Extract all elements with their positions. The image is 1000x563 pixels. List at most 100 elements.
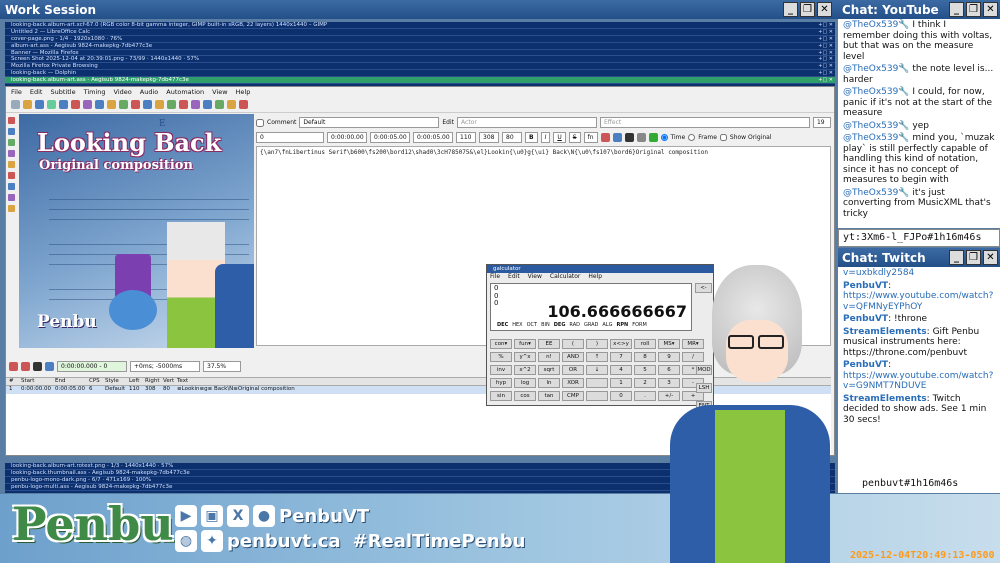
font-button[interactable]: fn (583, 132, 598, 143)
start-time[interactable]: 0:00:00.00 (327, 132, 367, 143)
resample-icon[interactable] (155, 100, 164, 109)
calc-button[interactable] (586, 391, 608, 401)
style-select[interactable]: Default (299, 117, 440, 128)
mode-oct[interactable]: OCT (527, 322, 537, 328)
mode-rpn[interactable]: RPN (616, 322, 628, 328)
menu-video[interactable]: Video (114, 88, 132, 96)
styles-icon[interactable] (71, 100, 80, 109)
replace-icon[interactable] (119, 100, 128, 109)
calc-button[interactable]: CMP (562, 391, 584, 401)
task-item[interactable]: cover-page.png - 1/4 · 1920x1080 · 76% +□… (5, 36, 835, 43)
margin-vertical[interactable]: 80 (502, 132, 522, 143)
calc-button[interactable]: 1 (610, 378, 632, 388)
attachments-icon[interactable] (95, 100, 104, 109)
calc-button[interactable]: x<>y (610, 339, 632, 349)
video-preview[interactable]: E Looking Back Original composition Penb… (19, 114, 254, 348)
shift-times-icon[interactable] (131, 100, 140, 109)
calc-button[interactable]: cos (514, 391, 536, 401)
calc-button[interactable]: sin (490, 391, 512, 401)
grid-icon[interactable] (203, 100, 212, 109)
zoom-select[interactable]: 37.5% (203, 360, 241, 372)
task-item-active[interactable]: looking-back.album-art.ass - Aegisub 982… (5, 77, 835, 85)
task-item[interactable]: album-art.ass - Aegisub 9824-makepkg-7db… (5, 43, 835, 50)
save-icon[interactable] (35, 100, 44, 109)
duration[interactable]: 0:00:05.00 (413, 132, 453, 143)
mode-rad[interactable]: RAD (569, 322, 580, 328)
restore-button[interactable]: ❐ (800, 2, 815, 17)
calc-button[interactable]: OR (562, 365, 584, 375)
video-zoom-icon[interactable] (215, 100, 224, 109)
calc-menu-view[interactable]: View (528, 273, 542, 282)
stop-icon[interactable] (33, 361, 42, 371)
menu-timing[interactable]: Timing (84, 88, 106, 96)
frame-radio[interactable] (688, 134, 696, 141)
menu-subtitle[interactable]: Subtitle (50, 88, 75, 96)
menu-edit[interactable]: Edit (30, 88, 43, 96)
close-button[interactable]: ✕ (983, 250, 998, 265)
calc-button[interactable]: ( (562, 339, 584, 349)
jump-icon[interactable] (59, 100, 68, 109)
minimize-button[interactable]: _ (949, 250, 964, 265)
calc-button[interactable]: % (490, 352, 512, 362)
mode-deg[interactable]: DEG (554, 322, 566, 328)
rotate-xy-icon[interactable] (8, 150, 15, 157)
calc-button[interactable]: ↓ (586, 365, 608, 375)
calc-button[interactable]: fun▾ (514, 339, 536, 349)
time-radio[interactable] (660, 134, 668, 141)
margin-left[interactable]: 110 (456, 132, 476, 143)
secondary-color-icon[interactable] (612, 133, 622, 142)
timing-icon[interactable] (143, 100, 152, 109)
automation-icon[interactable] (227, 100, 236, 109)
task-item[interactable]: looking-back — Dolphin +□ ✕ (5, 70, 835, 78)
outline-color-icon[interactable] (624, 133, 634, 142)
close-button[interactable]: ✕ (817, 2, 832, 17)
calc-button[interactable]: 4 (610, 365, 632, 375)
video-time[interactable]: 0:00:00.000 - 0 (57, 360, 127, 372)
edit-style-button[interactable]: Edit (442, 119, 454, 126)
close-button[interactable]: ✕ (983, 2, 998, 17)
calc-button[interactable] (586, 378, 608, 388)
task-item[interactable]: Banner — Mozilla Firefox +□ ✕ (5, 50, 835, 57)
layer-spin[interactable]: 0 (256, 132, 324, 143)
bold-button[interactable]: B (525, 132, 538, 143)
calc-button[interactable]: tan (538, 391, 560, 401)
calc-button[interactable]: sqrt (538, 365, 560, 375)
calc-button[interactable]: ln (538, 378, 560, 388)
menu-audio[interactable]: Audio (140, 88, 158, 96)
commit-icon[interactable] (648, 133, 658, 142)
calc-menu-help[interactable]: Help (588, 273, 602, 282)
calc-button[interactable]: inv (490, 365, 512, 375)
mode-alg[interactable]: ALG (602, 322, 612, 328)
task-item[interactable]: looking-back.album-art.xcf-67.0 (RGB col… (5, 22, 835, 29)
actor-input[interactable]: Actor (457, 117, 597, 128)
menu-help[interactable]: Help (236, 88, 251, 96)
mode-hex[interactable]: HEX (512, 322, 522, 328)
scale-icon[interactable] (8, 161, 15, 168)
menu-automation[interactable]: Automation (166, 88, 204, 96)
chat-link[interactable]: v=uxbkdly2584 (838, 267, 1000, 280)
restore-button[interactable]: ❐ (966, 2, 981, 17)
vector-clip-icon[interactable] (8, 183, 15, 190)
end-time[interactable]: 0:00:05.00 (370, 132, 410, 143)
italic-button[interactable]: I (540, 132, 551, 143)
underline-button[interactable]: U (553, 132, 566, 143)
play-icon[interactable] (9, 361, 18, 371)
clip-icon[interactable] (8, 172, 15, 179)
calc-button[interactable]: EE (538, 339, 560, 349)
options-icon[interactable] (191, 100, 200, 109)
undo-icon[interactable] (239, 100, 248, 109)
calc-button[interactable]: ) (586, 339, 608, 349)
show-original-checkbox[interactable] (719, 134, 727, 141)
calc-button[interactable]: AND (562, 352, 584, 362)
comment-checkbox[interactable] (256, 118, 264, 127)
task-item[interactable]: Screen Shot 2025-12-04 at 20:39:01.png -… (5, 56, 835, 64)
calc-button[interactable]: 7 (610, 352, 632, 362)
restore-button[interactable]: ❐ (966, 250, 981, 265)
play-line-icon[interactable] (21, 361, 30, 371)
calc-menu-calculator[interactable]: Calculator (550, 273, 580, 282)
calc-button[interactable]: 0 (610, 391, 632, 401)
minimize-button[interactable]: _ (783, 2, 798, 17)
mode-grad[interactable]: GRAD (584, 322, 598, 328)
mode-bin[interactable]: BIN (541, 322, 550, 328)
strike-button[interactable]: S (568, 132, 581, 143)
